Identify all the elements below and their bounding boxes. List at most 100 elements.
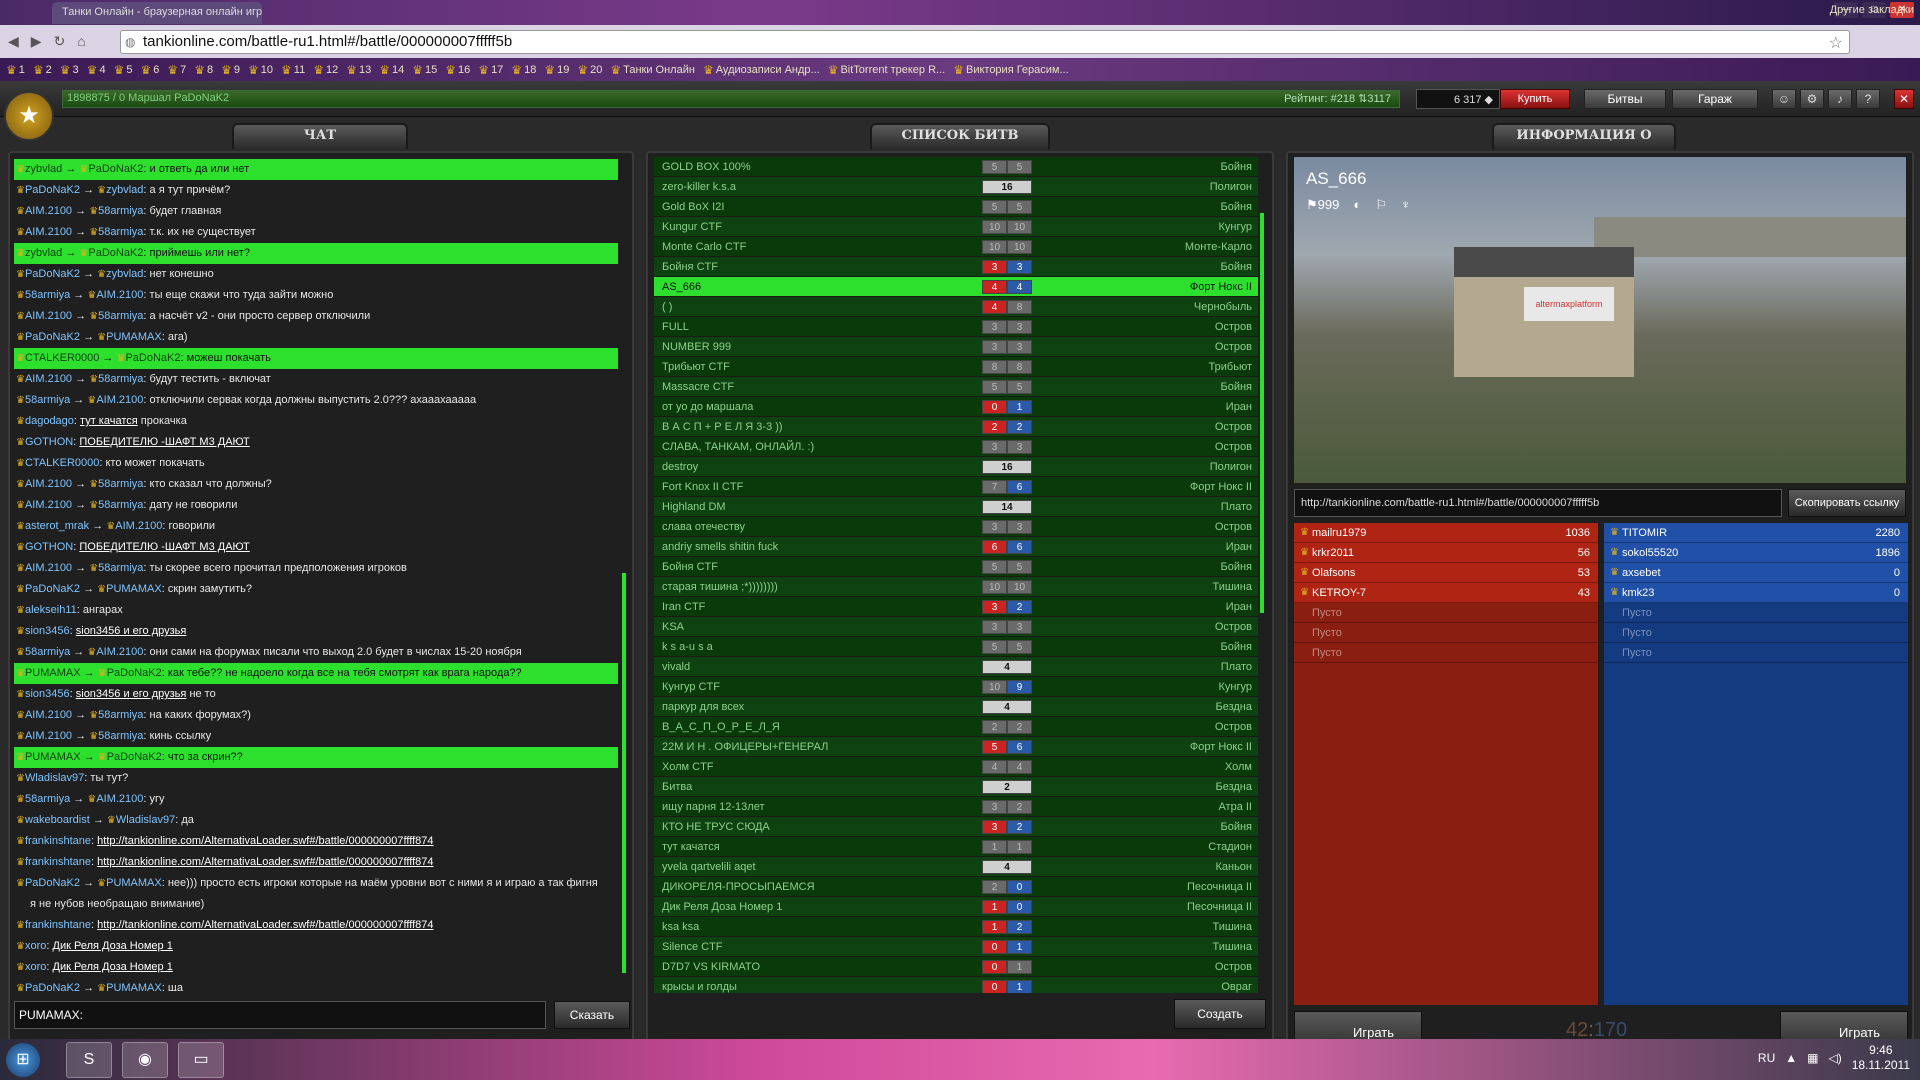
bookmark-item[interactable]: ♛ 18 bbox=[511, 63, 536, 77]
team-player-row[interactable]: ♛ Olafsons 53 bbox=[1294, 563, 1598, 583]
chat-recipient[interactable]: AIM.2100 bbox=[115, 520, 162, 532]
chat-sender[interactable]: AIM.2100 bbox=[25, 562, 72, 574]
bookmark-item[interactable]: ♛ Аудиозаписи Андр... bbox=[703, 63, 820, 77]
battle-link-input[interactable]: http://tankionline.com/battle-ru1.html#/… bbox=[1294, 489, 1782, 517]
chat-sender[interactable]: frankinshtane bbox=[25, 835, 91, 847]
chat-link[interactable]: ПОБЕДИТЕЛЮ -ШАФТ М3 ДАЮТ bbox=[79, 436, 249, 448]
chat-recipient[interactable]: PaDoNaK2 bbox=[88, 247, 143, 259]
battle-row[interactable]: AS_666 4 4 Форт Нокс II bbox=[654, 277, 1258, 297]
create-battle-button[interactable]: Создать bbox=[1174, 999, 1266, 1029]
chat-recipient[interactable]: AIM.2100 bbox=[96, 793, 143, 805]
url-input[interactable]: ◍ tankionline.com/battle-ru1.html#/battl… bbox=[120, 30, 1850, 54]
chat-recipient[interactable]: 58armiya bbox=[98, 226, 143, 238]
chat-sender[interactable]: AIM.2100 bbox=[25, 226, 72, 238]
chat-link[interactable]: http://tankionline.com/AlternativaLoader… bbox=[97, 835, 433, 847]
team-player-row[interactable]: ♛ kmk23 0 bbox=[1604, 583, 1908, 603]
buy-crystals-button[interactable]: Купить bbox=[1500, 89, 1570, 109]
chat-link[interactable]: ПОБЕДИТЕЛЮ -ШАФТ М3 ДАЮТ bbox=[79, 541, 249, 553]
battle-row[interactable]: yvela qartvelili aqet 4 Каньон bbox=[654, 857, 1258, 877]
battle-row[interactable]: В_А_С_П_О_Р_Е_Л_Я 2 2 Остров bbox=[654, 717, 1258, 737]
chat-link[interactable]: Дик Реля Доза Номер 1 bbox=[53, 961, 173, 973]
chat-recipient[interactable]: 58armiya bbox=[98, 499, 143, 511]
bookmark-item[interactable]: ♛ BitTorrent трекер R... bbox=[828, 63, 946, 77]
battle-row[interactable]: zero-killer k.s.a 16 Полигон bbox=[654, 177, 1258, 197]
battle-row[interactable]: Kungur CTF 10 10 Кунгур bbox=[654, 217, 1258, 237]
bookmark-item[interactable]: ♛ 3 bbox=[60, 63, 79, 77]
bookmark-item[interactable]: ♛ 20 bbox=[577, 63, 602, 77]
chat-recipient[interactable]: PaDoNaK2 bbox=[107, 667, 162, 679]
forward-icon[interactable]: ▶ bbox=[31, 33, 42, 50]
chat-sender[interactable]: frankinshtane bbox=[25, 856, 91, 868]
team-player-row[interactable]: ♛ krkr2011 56 bbox=[1294, 543, 1598, 563]
chat-input[interactable]: PUMAMAX: bbox=[14, 1001, 546, 1029]
chat-sender[interactable]: AIM.2100 bbox=[25, 310, 72, 322]
chat-sender[interactable]: CTALKER0000 bbox=[25, 352, 99, 364]
battle-row[interactable]: старая тишина ;*)))))))) 10 10 Тишина bbox=[654, 577, 1258, 597]
chat-sender[interactable]: PUMAMAX bbox=[25, 751, 81, 763]
team-player-row[interactable]: ♛ mailru1979 1036 bbox=[1294, 523, 1598, 543]
chat-link[interactable]: тут качатся bbox=[80, 415, 138, 427]
chat-sender[interactable]: GOTHON bbox=[25, 436, 73, 448]
bookmark-item[interactable]: ♛ 4 bbox=[87, 63, 106, 77]
chat-sender[interactable]: AIM.2100 bbox=[25, 730, 72, 742]
chat-sender[interactable]: 58armiya bbox=[25, 793, 70, 805]
chat-sender[interactable]: alekseih11 bbox=[25, 604, 77, 616]
battle-row[interactable]: Gold BoX I2I 5 5 Бойня bbox=[654, 197, 1258, 217]
battle-row[interactable]: КТО НЕ ТРУС СЮДА 3 2 Бойня bbox=[654, 817, 1258, 837]
browser-tab[interactable]: Танки Онлайн - браузерная онлайн игра bbox=[52, 2, 262, 24]
start-button[interactable]: ⊞ bbox=[6, 1043, 40, 1077]
chat-sender[interactable]: AIM.2100 bbox=[25, 205, 72, 217]
bookmark-item[interactable]: ♛ 17 bbox=[478, 63, 503, 77]
battle-row[interactable]: Iran CTF 3 2 Иран bbox=[654, 597, 1258, 617]
battle-row[interactable]: Fort Knox II CTF 7 6 Форт Нокс II bbox=[654, 477, 1258, 497]
sound-icon[interactable]: ♪ bbox=[1828, 89, 1852, 109]
bookmark-star-icon[interactable]: ☆ bbox=[1829, 33, 1843, 53]
chat-link[interactable]: sion3456 и его друзья bbox=[76, 688, 187, 700]
chat-sender[interactable]: PaDoNaK2 bbox=[25, 268, 80, 280]
bookmark-item[interactable]: ♛ 16 bbox=[445, 63, 470, 77]
chrome-icon[interactable]: ◉ bbox=[122, 1042, 168, 1078]
chat-sender[interactable]: 58armiya bbox=[25, 646, 70, 658]
chat-sender[interactable]: 58armiya bbox=[25, 394, 70, 406]
chat-sender[interactable]: PaDoNaK2 bbox=[25, 877, 80, 889]
chat-sender[interactable]: CTALKER0000 bbox=[25, 457, 99, 469]
chat-sender[interactable]: PaDoNaK2 bbox=[25, 982, 80, 991]
battle-row[interactable]: Бойня CTF 3 3 Бойня bbox=[654, 257, 1258, 277]
chat-recipient[interactable]: PaDoNaK2 bbox=[125, 352, 180, 364]
chat-recipient[interactable]: 58armiya bbox=[98, 709, 143, 721]
battle-row[interactable]: D7D7 VS KIRMATO 0 1 Остров bbox=[654, 957, 1258, 977]
battle-row[interactable]: В А С П + Р Е Л Я 3-3 )) 2 2 Остров bbox=[654, 417, 1258, 437]
chat-scrollbar[interactable] bbox=[622, 573, 626, 973]
battle-row[interactable]: паркур для всех 4 Бездна bbox=[654, 697, 1258, 717]
team-player-row[interactable]: ♛ sokol55520 1896 bbox=[1604, 543, 1908, 563]
chat-sender[interactable]: PUMAMAX bbox=[25, 667, 81, 679]
chat-sender[interactable]: AIM.2100 bbox=[25, 478, 72, 490]
battle-row[interactable]: GOLD BOX 100% 5 5 Бойня bbox=[654, 157, 1258, 177]
battle-row[interactable]: 22М И Н . ОФИЦЕРЫ+ГЕНЕРАЛ 5 6 Форт Нокс II bbox=[654, 737, 1258, 757]
bookmark-item[interactable]: ♛ 5 bbox=[114, 63, 133, 77]
chat-sender[interactable]: Wladislav97 bbox=[25, 772, 84, 784]
battle-row[interactable]: СЛАВА, ТАНКАМ, ОНЛАЙЛ. :) 3 3 Остров bbox=[654, 437, 1258, 457]
chat-sender[interactable]: asterot_mrak bbox=[25, 520, 89, 532]
battles-button[interactable]: Битвы bbox=[1584, 89, 1666, 109]
chat-link[interactable]: Дик Реля Доза Номер 1 bbox=[53, 940, 173, 952]
bookmark-item[interactable]: ♛ 14 bbox=[379, 63, 404, 77]
battle-row[interactable]: Monte Carlo CTF 10 10 Монте-Карло bbox=[654, 237, 1258, 257]
chat-recipient[interactable]: AIM.2100 bbox=[96, 394, 143, 406]
battle-row[interactable]: andriy smells shitin fuck 6 6 Иран bbox=[654, 537, 1258, 557]
battle-row[interactable]: от уо до маршала 0 1 Иран bbox=[654, 397, 1258, 417]
chat-recipient[interactable]: PaDoNaK2 bbox=[88, 163, 143, 175]
exit-button[interactable]: ✕ bbox=[1894, 89, 1914, 109]
chat-sender[interactable]: sion3456 bbox=[25, 688, 70, 700]
chat-recipient[interactable]: 58armiya bbox=[98, 310, 143, 322]
chat-recipient[interactable]: Wladislav97 bbox=[116, 814, 175, 826]
chat-sender[interactable]: PaDoNaK2 bbox=[25, 184, 80, 196]
bookmark-item[interactable]: ♛ 1 bbox=[6, 63, 25, 77]
chat-recipient[interactable]: 58armiya bbox=[98, 373, 143, 385]
bookmark-item[interactable]: ♛ Танки Онлайн bbox=[610, 63, 695, 77]
bookmark-item[interactable]: ♛ 19 bbox=[544, 63, 569, 77]
chat-link[interactable]: http://tankionline.com/AlternativaLoader… bbox=[97, 919, 433, 931]
clock[interactable]: 9:46 18.11.2011 bbox=[1852, 1043, 1910, 1073]
chat-sender[interactable]: sion3456 bbox=[25, 625, 70, 637]
battle-row[interactable]: KSA 3 3 Остров bbox=[654, 617, 1258, 637]
